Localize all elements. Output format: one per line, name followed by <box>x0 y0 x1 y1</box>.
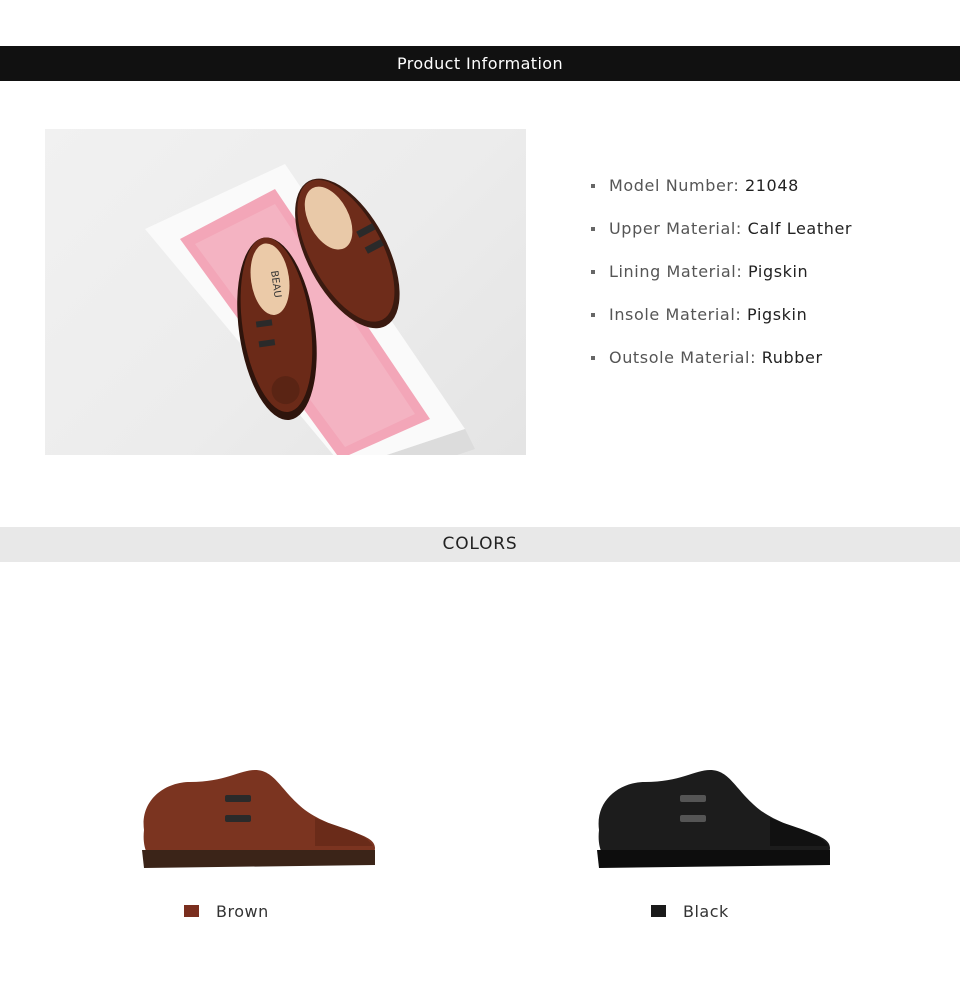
color-label: Black <box>683 901 729 921</box>
specifications-list: Model Number: 21048 Upper Material: Calf… <box>590 172 852 387</box>
spec-outsole-material: Outsole Material: Rubber <box>590 344 852 387</box>
color-option-black[interactable]: Black <box>651 899 729 923</box>
spec-label: Lining Material: <box>609 262 743 281</box>
black-shoe-image[interactable] <box>585 760 845 880</box>
spec-label: Model Number: <box>609 176 740 195</box>
colors-section-title: COLORS <box>442 534 518 554</box>
spec-value: Pigskin <box>747 305 808 324</box>
brown-swatch-icon <box>184 905 199 917</box>
spec-value: Pigskin <box>748 262 809 281</box>
spec-value: 21048 <box>745 176 799 195</box>
spec-label: Outsole Material: <box>609 348 757 367</box>
bullet-icon <box>591 227 595 231</box>
color-label: Brown <box>216 901 269 921</box>
brown-monk-shoe <box>142 770 375 868</box>
product-hero-image: BEAU <box>45 129 526 455</box>
spec-model-number: Model Number: 21048 <box>590 172 852 215</box>
product-information-header: Product Information <box>0 46 960 81</box>
black-monk-shoe <box>597 770 830 868</box>
spec-upper-material: Upper Material: Calf Leather <box>590 215 852 258</box>
spec-value: Rubber <box>761 348 823 367</box>
bullet-icon <box>591 270 595 274</box>
bullet-icon <box>591 356 595 360</box>
brown-shoe-image[interactable] <box>130 760 390 880</box>
monk-shoes-photo: BEAU <box>145 164 475 455</box>
bullet-icon <box>591 184 595 188</box>
spec-insole-material: Insole Material: Pigskin <box>590 301 852 344</box>
spec-value: Calf Leather <box>747 219 853 238</box>
colors-section-header: COLORS <box>0 527 960 562</box>
spec-label: Insole Material: <box>609 305 742 324</box>
spec-label: Upper Material: <box>609 219 742 238</box>
color-option-brown[interactable]: Brown <box>184 899 269 923</box>
spec-lining-material: Lining Material: Pigskin <box>590 258 852 301</box>
bullet-icon <box>591 313 595 317</box>
product-information-title: Product Information <box>396 54 564 73</box>
black-swatch-icon <box>651 905 666 917</box>
